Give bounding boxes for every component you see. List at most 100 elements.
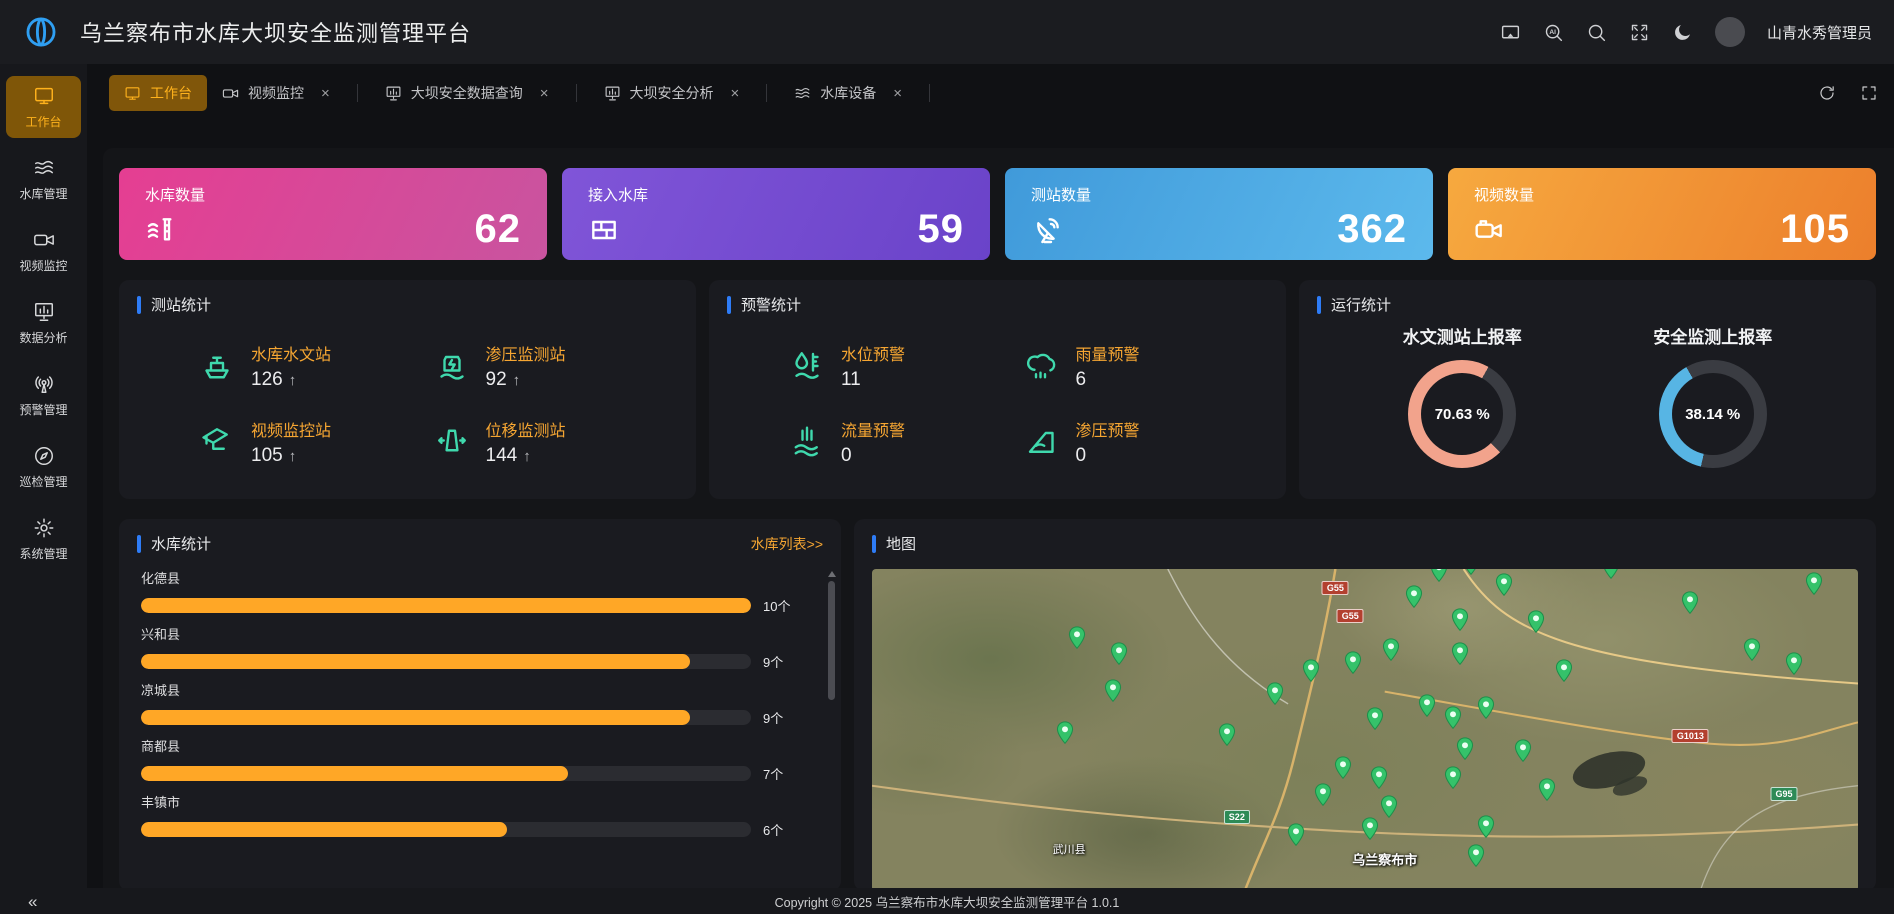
map-pin-31[interactable] — [1556, 659, 1573, 682]
map-pin-19[interactable] — [1370, 766, 1387, 789]
map-pin-24[interactable] — [1314, 783, 1331, 806]
tab-label: 大坝安全数据查询 — [411, 83, 523, 103]
wall-icon — [588, 214, 620, 246]
app-header: 乌兰察布市水库大坝安全监测管理平台 AI 山青水秀管理员 — [0, 0, 1894, 64]
map-pin-6[interactable] — [1345, 651, 1362, 674]
stat-card-3[interactable]: 视频数量 105 — [1448, 168, 1876, 260]
map-pin-14[interactable] — [1419, 694, 1436, 717]
tab-close-icon[interactable]: × — [540, 86, 549, 101]
tab-2[interactable]: 大坝安全数据查询 × — [370, 75, 564, 111]
map-pin-35[interactable] — [1366, 707, 1383, 730]
map-pin-26[interactable] — [1602, 569, 1619, 579]
fullscreen-icon[interactable] — [1629, 22, 1650, 43]
map-pin-11[interactable] — [1527, 610, 1544, 633]
operation-stats-panel: 运行统计 水文测站上报率 70.63 % 安全监测上报率 38.14 % — [1299, 280, 1876, 499]
ai-search-icon[interactable]: AI — [1543, 22, 1564, 43]
tab-close-icon[interactable]: × — [731, 86, 740, 101]
sidebar-item-2[interactable]: 视频监控 — [6, 220, 81, 282]
user-name[interactable]: 山青水秀管理员 — [1767, 22, 1872, 43]
map-pin-12[interactable] — [1451, 608, 1468, 631]
bar-track — [141, 822, 751, 837]
road-badge-2: G1013 — [1672, 729, 1709, 743]
map-pin-18[interactable] — [1444, 766, 1461, 789]
map-pin-10[interactable] — [1496, 573, 1513, 596]
sidebar-item-0[interactable]: 工作台 — [6, 76, 81, 138]
sidebar-item-1[interactable]: 水库管理 — [6, 148, 81, 210]
tab-0[interactable]: 工作台 — [109, 75, 207, 111]
accent-bar — [137, 535, 141, 553]
station-item-2: 视频监控站 105↑ — [199, 417, 434, 467]
sidebar-item-5[interactable]: 巡检管理 — [6, 436, 81, 498]
map-pin-1[interactable] — [1110, 642, 1127, 665]
stat-card-title: 接入水库 — [588, 184, 964, 205]
map-pin-34[interactable] — [1406, 585, 1423, 608]
reservoir-list-link[interactable]: 水库列表>> — [751, 534, 823, 554]
map-pin-9[interactable] — [1463, 569, 1480, 575]
tab-label: 水库设备 — [820, 83, 876, 103]
content-surface: 水库数量 62 接入水库 59 测站数量 362 视频数量 105 测站统计 水… — [103, 148, 1894, 888]
tab-3[interactable]: 大坝安全分析 × — [589, 75, 755, 111]
map-marker-pin-icon — [1057, 721, 1074, 744]
bar-fill — [141, 654, 690, 669]
sidebar-item-4[interactable]: 预警管理 — [6, 364, 81, 426]
map-marker-pin-icon — [1302, 659, 1319, 682]
tab-close-icon[interactable]: × — [893, 86, 902, 101]
map-pin-32[interactable] — [1514, 739, 1531, 762]
trend-up-arrow: ↑ — [289, 448, 297, 465]
map-pin-37[interactable] — [1287, 823, 1304, 846]
screencast-icon[interactable] — [1500, 22, 1521, 43]
expand-icon[interactable] — [1860, 84, 1878, 102]
map-pin-20[interactable] — [1380, 795, 1397, 818]
map-pin-15[interactable] — [1444, 706, 1461, 729]
map-marker-pin-icon — [1366, 707, 1383, 730]
map-pin-29[interactable] — [1744, 638, 1761, 661]
map-pin-21[interactable] — [1361, 817, 1378, 840]
bar-category-label: 商都县 — [141, 736, 797, 755]
user-avatar[interactable] — [1715, 17, 1745, 47]
scroll-thumb[interactable] — [828, 581, 835, 700]
bar-row-4: 丰镇市 6个 — [141, 792, 797, 839]
map-pin-16[interactable] — [1478, 696, 1495, 719]
map-pin-7[interactable] — [1382, 638, 1399, 661]
map-canvas[interactable]: G55G55G1013G95S22乌兰察布市武川县 — [872, 569, 1858, 888]
dark-mode-moon-icon[interactable] — [1672, 22, 1693, 43]
stat-cards-row: 水库数量 62 接入水库 59 测站数量 362 视频数量 105 — [119, 168, 1876, 260]
sidebar-item-6[interactable]: 系统管理 — [6, 508, 81, 570]
panel-scrollbar[interactable] — [827, 571, 836, 883]
map-marker-pin-icon — [1602, 569, 1619, 579]
map-pin-4[interactable] — [1267, 682, 1284, 705]
sidebar-item-3[interactable]: 数据分析 — [6, 292, 81, 354]
stat-card-0[interactable]: 水库数量 62 — [119, 168, 547, 260]
map-pin-23[interactable] — [1468, 844, 1485, 867]
tab-1[interactable]: 视频监控 × — [207, 75, 345, 111]
tab-close-icon[interactable]: × — [321, 86, 330, 101]
map-pin-27[interactable] — [1805, 572, 1822, 595]
map-pin-2[interactable] — [1104, 679, 1121, 702]
search-icon[interactable] — [1586, 22, 1607, 43]
map-marker-pin-icon — [1444, 766, 1461, 789]
stat-card-1[interactable]: 接入水库 59 — [562, 168, 990, 260]
map-pin-28[interactable] — [1785, 652, 1802, 675]
tab-separator — [929, 84, 930, 102]
mid-row: 测站统计 水库水文站 126↑ 渗压监测站 92↑ 视频监控站 105↑ 位移监… — [119, 280, 1876, 499]
map-pin-8[interactable] — [1430, 569, 1447, 582]
map-pin-0[interactable] — [1069, 626, 1086, 649]
tab-4[interactable]: 水库设备 × — [779, 75, 917, 111]
map-pin-25[interactable] — [1335, 756, 1352, 779]
map-marker-pin-icon — [1456, 737, 1473, 760]
map-pin-17[interactable] — [1456, 737, 1473, 760]
stat-item-value: 0 — [841, 445, 905, 467]
stat-item-label: 视频监控站 — [251, 417, 331, 441]
scroll-up-arrow[interactable] — [828, 571, 836, 577]
map-pin-22[interactable] — [1478, 815, 1495, 838]
map-pin-3[interactable] — [1057, 721, 1074, 744]
map-pin-36[interactable] — [1218, 723, 1235, 746]
map-pin-5[interactable] — [1302, 659, 1319, 682]
tab-separator — [576, 84, 577, 102]
map-pin-13[interactable] — [1451, 642, 1468, 665]
map-pin-33[interactable] — [1539, 778, 1556, 801]
stat-card-2[interactable]: 测站数量 362 — [1005, 168, 1433, 260]
map-pin-30[interactable] — [1682, 591, 1699, 614]
sidebar-collapse-button[interactable]: « — [28, 892, 37, 912]
refresh-icon[interactable] — [1818, 84, 1836, 102]
